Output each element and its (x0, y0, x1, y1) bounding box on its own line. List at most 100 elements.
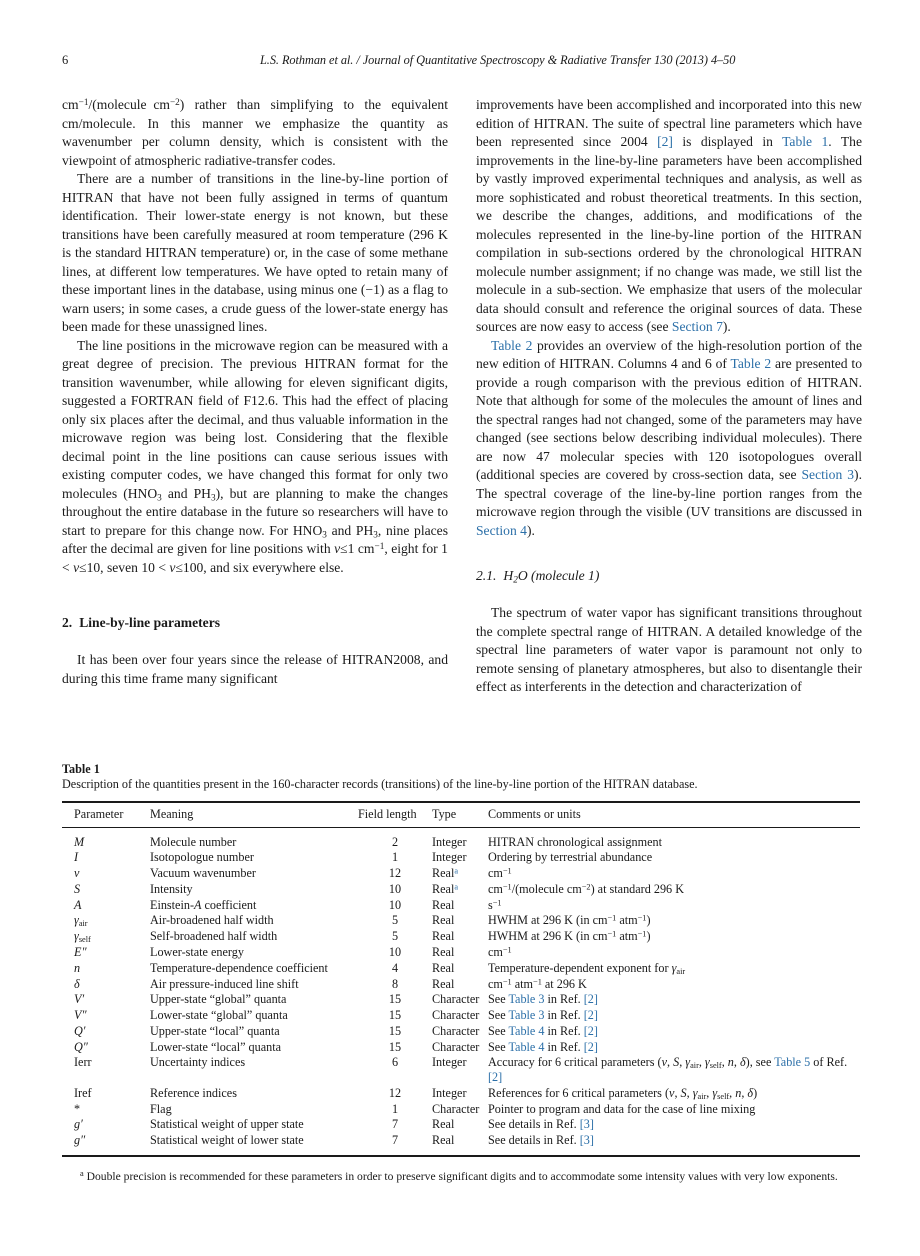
exponent-minus-two: −2 (169, 97, 180, 108)
cell-type: Character (432, 1101, 480, 1116)
cell-comments: HITRAN chronological assignment (488, 834, 662, 849)
table-row: V″ Lower-state “global” quanta 15 Character… (62, 1008, 860, 1024)
cell-field-length: 15 (388, 1008, 402, 1023)
table-row: * Flag 1 Character Pointer to program and da… (62, 1101, 860, 1117)
section3-link[interactable]: Section 3 (802, 467, 855, 482)
table-row: ν Vacuum wavenumber 12 Reala cm−1 (62, 865, 860, 881)
table-ref-link[interactable]: [2] (584, 1008, 598, 1022)
spacer-before-subsection (476, 540, 862, 567)
cell-comments: Accuracy for 6 critical parameters (ν, S… (488, 1055, 848, 1085)
cell-type: Real (432, 1133, 455, 1148)
cell-field-length: 4 (391, 960, 399, 975)
improvements-part-c: . The improvements in the line-by-line p… (476, 134, 862, 334)
cell-field-length: 12 (388, 1085, 402, 1100)
cell-comments: See details in Ref. [3] (488, 1133, 594, 1148)
table-ref-link[interactable]: Table 5 (774, 1055, 810, 1069)
column-header-parameter: Parameter (74, 806, 124, 821)
citation-link-2[interactable]: [2] (657, 134, 673, 149)
cell-parameter: g″ (74, 1133, 86, 1148)
column-header-meaning: Meaning (150, 806, 194, 821)
table2-link-1[interactable]: Table 2 (491, 338, 532, 353)
table-row: γself Self-broadened half width 5 Real HWHM … (62, 929, 860, 945)
cell-comments: Pointer to program and data for the case… (488, 1101, 756, 1116)
cell-meaning: Temperature-dependence coefficient (150, 960, 328, 975)
cell-meaning: Vacuum wavenumber (150, 866, 256, 881)
cell-meaning: Lower-state “local” quanta (150, 1039, 282, 1054)
cell-type: Real (432, 929, 455, 944)
table1-header-row: Parameter Meaning Field length Type Comm… (62, 801, 860, 827)
cell-meaning: Lower-state energy (150, 944, 244, 959)
table1-link[interactable]: Table 1 (782, 134, 828, 149)
cell-type: Real (432, 976, 455, 991)
section4-link[interactable]: Section 4 (476, 523, 527, 538)
left-text-column: cm−1/(molecule cm−2) rather than simplif… (62, 96, 448, 688)
cell-comments: See Table 4 in Ref. [2] (488, 1039, 598, 1054)
column-header-type: Type (432, 806, 457, 821)
table-ref-link[interactable]: [3] (580, 1133, 594, 1147)
line-positions-part-d: and PH (326, 522, 374, 538)
table1-label: Table 1 (62, 762, 100, 776)
column-header-comments: Comments or units (488, 806, 581, 821)
cell-field-length: 12 (388, 866, 402, 881)
cell-parameter: I (74, 850, 79, 865)
cell-parameter: γself (74, 929, 91, 945)
paragraph-improvements: improvements have been accomplished and … (476, 96, 862, 337)
unit-cm-text: cm (62, 97, 79, 112)
footnote-ref-link[interactable]: a (454, 867, 458, 876)
cell-comments: Temperature-dependent exponent for γair (488, 960, 686, 976)
cell-parameter: A (74, 897, 82, 912)
table-ref-link[interactable]: [2] (584, 1024, 598, 1038)
improvements-part-b: is displayed in (672, 134, 783, 149)
table-row: E″ Lower-state energy 10 Real cm−1 (62, 944, 860, 960)
table-ref-link[interactable]: Table 4 (508, 1024, 544, 1038)
cell-type: Real (432, 913, 455, 928)
table-ref-link[interactable]: Table 3 (508, 1008, 544, 1022)
paper-page: 6 L.S. Rothman et al. / Journal of Quant… (0, 0, 920, 1256)
table2-part-d: ). (526, 522, 535, 538)
subsection-number: 2.1. (476, 568, 497, 583)
cell-meaning: Lower-state “global” quanta (150, 1008, 288, 1023)
cell-parameter: V′ (74, 992, 85, 1007)
table-ref-link[interactable]: [2] (584, 992, 598, 1006)
table-row: V′ Upper-state “global” quanta 15 Character… (62, 992, 860, 1008)
cell-comments: See details in Ref. [3] (488, 1117, 594, 1132)
table-ref-link[interactable]: [2] (488, 1070, 502, 1084)
cell-parameter: δ (74, 976, 80, 991)
cell-parameter: n (74, 960, 81, 975)
line-positions-part-f: ≤1 cm (340, 541, 375, 556)
cell-type: Character (432, 1008, 480, 1023)
cell-parameter: g′ (74, 1117, 83, 1132)
line-positions-part-a: The line positions in the microwave regi… (62, 337, 448, 501)
table-row: δ Air pressure-induced line shift 8 Real cm−… (62, 976, 860, 992)
cell-comments: cm−1/(molecule cm−2) at standard 296 K (488, 881, 684, 896)
cell-comments: HWHM at 296 K (in cm−1 atm−1) (488, 929, 651, 944)
cell-field-length: 1 (391, 1101, 399, 1116)
section7-link[interactable]: Section 7 (672, 319, 723, 334)
table1-head: Parameter Meaning Field length Type Comm… (62, 801, 860, 827)
cell-meaning: Statistical weight of upper state (150, 1117, 304, 1132)
table1-body: M Molecule number 2 Integer HITRAN chronolog… (62, 827, 860, 1156)
table-row: I Isotopologue number 1 Integer Ordering by … (62, 850, 860, 866)
table-ref-link[interactable]: Table 4 (508, 1040, 544, 1054)
cell-type: Integer (432, 850, 467, 865)
cell-field-length: 15 (388, 1023, 402, 1038)
cell-field-length: 5 (391, 913, 399, 928)
table-ref-link[interactable]: [2] (584, 1040, 598, 1054)
cell-field-length: 2 (391, 834, 399, 849)
table-row: S Intensity 10 Reala cm−1/(molecule cm−2) at… (62, 881, 860, 897)
cell-comments: Ordering by terrestrial abundance (488, 850, 653, 865)
cell-field-length: 1 (391, 850, 399, 865)
table-row: Q″ Lower-state “local” quanta 15 Character S… (62, 1039, 860, 1055)
cell-parameter: Ierr (74, 1055, 92, 1070)
cell-type: Reala (432, 881, 459, 896)
table-ref-link[interactable]: Table 3 (508, 992, 544, 1006)
cell-type: Real (432, 944, 455, 959)
cell-type: Character (432, 1039, 480, 1054)
right-text-column: improvements have been accomplished and … (476, 96, 862, 697)
table-row: Ierr Uncertainty indices 6 Integer Accuracy … (62, 1055, 860, 1085)
cell-comments: s−1 (488, 897, 502, 912)
table-ref-link[interactable]: [3] (580, 1117, 594, 1131)
table2-link-2[interactable]: Table 2 (731, 356, 772, 371)
cell-meaning: Upper-state “local” quanta (150, 1023, 280, 1038)
footnote-ref-link[interactable]: a (454, 882, 458, 891)
